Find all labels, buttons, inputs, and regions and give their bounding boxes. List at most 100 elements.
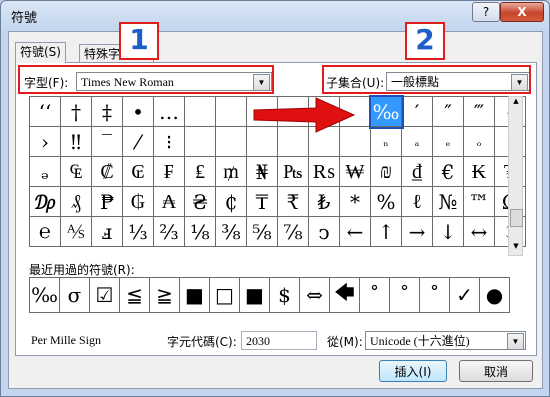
symbol-cell[interactable]: ₪ [370,156,402,187]
recent-symbol-cell[interactable]: □ [209,277,240,313]
recent-symbol-cell[interactable]: 🡄 [329,277,360,313]
recent-symbol-cell[interactable]: ≧ [149,277,180,313]
symbol-cell[interactable]: ₳ [153,186,185,217]
symbol-cell[interactable]: ↑ [370,216,402,247]
recent-symbol-cell[interactable]: ⇔ [299,277,330,313]
symbol-cell[interactable]: ™ [463,186,495,217]
symbol-cell[interactable]: ₭ [463,156,495,187]
symbol-cell[interactable]: ₴ [184,186,216,217]
recent-symbol-cell[interactable]: ˚ [389,277,420,313]
char-code-input[interactable]: 2030 [241,331,317,350]
symbol-cell[interactable]: ₸ [246,186,278,217]
symbol-cell[interactable]: ₱ [91,186,123,217]
symbol-grid-row: ℮⅍ⅎ⅓⅔⅛⅜⅝⅞ↄ←↑→↓↔↕ [29,216,526,247]
symbol-cell[interactable]: ₦ [246,156,278,187]
symbol-cell[interactable]: ₧ [277,156,309,187]
symbol-cell[interactable]: ‡ [91,96,123,127]
recent-symbol-cell[interactable]: ‰ [29,277,60,313]
recent-symbol-cell[interactable]: ■ [239,277,270,313]
recent-symbol-cell[interactable]: ■ [179,277,210,313]
symbol-cell[interactable]: ₲ [122,186,154,217]
symbol-cell[interactable]: ⅔ [153,216,185,247]
scroll-down-icon[interactable]: ▼ [510,242,522,254]
symbol-cell[interactable]: ₹ [277,186,309,217]
symbol-cell[interactable]: ⅓ [122,216,154,247]
symbol-cell[interactable]: ⅜ [215,216,247,247]
symbol-cell[interactable]: ₒ [463,126,495,157]
insert-button[interactable]: 插入(I) [379,360,447,382]
symbol-cell[interactable]: ₠ [60,156,92,187]
symbol-cell[interactable]: ⅎ [91,216,123,247]
help-button[interactable]: ? [472,2,500,22]
symbol-cell[interactable]: ₰ [60,186,92,217]
recent-symbol-cell[interactable]: ✓ [449,277,480,313]
symbol-cell[interactable]: ⁝ [153,126,185,157]
recent-symbol-cell[interactable]: ˚ [419,277,450,313]
symbol-cell[interactable]: ↓ [432,216,464,247]
cancel-button[interactable]: 取消 [459,360,533,382]
recent-symbol-cell[interactable]: σ [59,277,90,313]
recent-symbol-cell[interactable]: ˚ [359,277,390,313]
symbol-cell[interactable]: ‾ [91,126,123,157]
recent-symbol-cell[interactable]: ☑ [89,277,120,313]
symbol-cell[interactable]: ′ [401,96,433,127]
symbol-cell[interactable]: ₤ [184,156,216,187]
symbol-cell[interactable]: ₡ [91,156,123,187]
symbol-cell[interactable]: € [432,156,464,187]
symbol-cell[interactable]: ℓ [401,186,433,217]
symbol-cell[interactable]: ↔ [463,216,495,247]
symbol-cell[interactable]: † [60,96,92,127]
symbol-cell[interactable]: ⅍ [60,216,92,247]
symbol-cell[interactable]: ₯ [29,186,61,217]
chevron-down-icon[interactable]: ▼ [507,333,524,350]
symbol-cell[interactable]: ‼ [60,126,92,157]
symbol-cell[interactable]: ₑ [432,126,464,157]
symbol-cell[interactable]: * [339,186,371,217]
symbol-cell[interactable]: ₨ [308,156,340,187]
symbol-cell[interactable]: … [153,96,185,127]
symbol-cell[interactable]: ₐ [401,126,433,157]
symbol-cell[interactable]: ⅛ [184,216,216,247]
red-arrow-icon [253,97,356,133]
symbol-cell[interactable]: ₥ [215,156,247,187]
symbol-cell[interactable]: ‴ [463,96,495,127]
symbol-cell[interactable]: ₫ [401,156,433,187]
symbol-grid-row: ₯₰₱₲₳₴₵₸₹₺*%ℓ№™Ω [29,186,526,217]
close-button[interactable]: X [500,2,544,22]
symbol-cell[interactable]: ″ [432,96,464,127]
symbol-cell[interactable]: › [29,126,61,157]
scroll-thumb[interactable] [510,209,523,227]
symbol-cell[interactable] [184,126,216,157]
symbol-cell[interactable]: ‰ [368,94,404,129]
window-title: 符號 [11,11,38,26]
symbol-cell[interactable]: ₺ [308,186,340,217]
symbol-cell[interactable]: ← [339,216,371,247]
symbol-cell[interactable]: ₣ [153,156,185,187]
recent-symbol-cell[interactable]: ● [479,277,510,313]
symbol-cell[interactable]: ₙ [370,126,402,157]
symbol-cell[interactable]: ⁄ [122,126,154,157]
tab-symbols[interactable]: 符號(S) [15,42,66,63]
symbol-cell[interactable] [215,126,247,157]
symbol-cell[interactable]: № [432,186,464,217]
symbol-cell[interactable] [215,96,247,127]
symbol-cell[interactable]: ₢ [122,156,154,187]
scroll-up-icon[interactable]: ▲ [510,97,522,109]
recent-symbol-cell[interactable]: ≦ [119,277,150,313]
symbol-cell[interactable]: • [122,96,154,127]
symbol-cell[interactable]: ₵ [215,186,247,217]
symbol-cell[interactable]: ‘‘ [29,96,61,127]
symbol-cell[interactable]: % [370,186,402,217]
symbol-cell[interactable]: → [401,216,433,247]
recent-symbol-cell[interactable]: $ [269,277,300,313]
from-select[interactable]: Unicode (十六進位) ▼ [365,331,526,350]
symbol-grid-scrollbar[interactable]: ▲ ▼ [508,96,523,256]
symbol-cell[interactable]: ₩ [339,156,371,187]
symbol-cell[interactable]: ₔ [29,156,61,187]
symbol-cell[interactable] [184,96,216,127]
symbol-cell[interactable]: ↄ [308,216,340,247]
from-label: 從(M): [327,335,363,349]
symbol-cell[interactable]: ℮ [29,216,61,247]
symbol-cell[interactable]: ⅝ [246,216,278,247]
symbol-cell[interactable]: ⅞ [277,216,309,247]
